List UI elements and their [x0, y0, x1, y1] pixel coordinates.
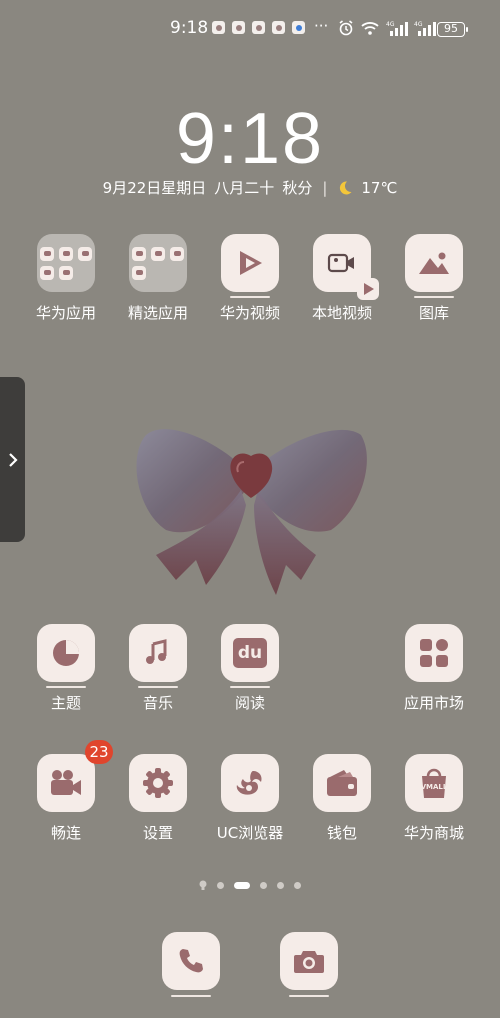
app-label: 华为商城: [403, 824, 464, 842]
app-label: 应用市场: [403, 694, 464, 712]
app-appgallery[interactable]: 应用市场: [389, 624, 479, 713]
recently-opened-indicator: [138, 686, 178, 688]
wallet-icon: [313, 754, 371, 812]
page-dot[interactable]: [277, 881, 284, 889]
music-icon: [129, 624, 187, 682]
dock-indicator: [171, 995, 211, 997]
settings-gear-icon: [129, 754, 187, 812]
moon-icon: [340, 180, 352, 194]
page-dot[interactable]: [217, 881, 224, 889]
page-indicator[interactable]: [0, 880, 500, 890]
app-local-video[interactable]: 本地视频: [297, 234, 387, 323]
folder-icon: [129, 234, 187, 292]
camera-icon: [280, 932, 338, 990]
app-huawei-video[interactable]: 华为视频: [205, 234, 295, 323]
lunar-date-text: 八月二十: [214, 179, 275, 197]
app-label: 精选应用: [127, 304, 188, 322]
page-dot-active[interactable]: [234, 881, 250, 889]
local-video-icon: [313, 234, 379, 300]
app-label: 本地视频: [311, 304, 372, 322]
app-themes[interactable]: 主题: [21, 624, 111, 713]
hint-lightbulb-icon: [199, 880, 207, 890]
meetime-icon: 23: [37, 740, 113, 812]
wifi-icon: [361, 22, 379, 35]
app-label: 畅连: [50, 824, 81, 842]
signal-4g-icon: 4G: [386, 21, 408, 36]
notification-app-icon: [292, 21, 305, 34]
app-label: 华为应用: [35, 304, 96, 322]
recently-opened-indicator: [230, 686, 270, 688]
bow-wallpaper-decoration: [136, 429, 367, 595]
reader-icon: du: [221, 624, 279, 682]
app-music[interactable]: 音乐: [113, 624, 203, 713]
app-label: 华为视频: [219, 304, 280, 322]
dock-indicator: [289, 995, 329, 997]
phone-icon: [162, 932, 220, 990]
date-weather-line[interactable]: 9月22日星期日 八月二十 秋分 | 17℃: [0, 177, 500, 198]
alarm-icon: [339, 20, 353, 36]
reader-icon-text: du: [237, 643, 263, 663]
app-uc-browser[interactable]: UC浏览器: [205, 754, 295, 843]
app-meetime[interactable]: 23 畅连: [21, 740, 113, 843]
vmall-shopping-bag-icon: VMALL: [405, 754, 463, 812]
page-dot[interactable]: [260, 881, 267, 889]
app-label: 图库: [418, 304, 449, 322]
app-vmall[interactable]: VMALL 华为商城: [389, 754, 479, 843]
temperature-text: 17℃: [361, 178, 398, 197]
huawei-video-icon: [221, 234, 279, 292]
app-label: 阅读: [234, 694, 265, 712]
app-reader[interactable]: du 阅读: [205, 624, 295, 713]
signal-4g-icon: 4G: [414, 21, 436, 36]
solar-term-text: 秋分: [282, 179, 313, 197]
notification-app-icon: [232, 21, 245, 34]
vmall-icon-text: VMALL: [420, 783, 448, 791]
more-notifications-icon: ···: [314, 17, 329, 35]
status-bar: 9:18 ··· 4G 4G 95: [0, 16, 500, 44]
dock-phone[interactable]: [162, 932, 220, 997]
app-label: 音乐: [142, 694, 173, 712]
uc-browser-squirrel-icon: [221, 754, 279, 812]
app-label: 主题: [50, 694, 81, 712]
app-wallet[interactable]: 钱包: [297, 754, 387, 843]
app-huawei-apps-folder[interactable]: 华为应用: [21, 234, 111, 323]
recently-opened-indicator: [46, 686, 86, 688]
chevron-right-icon: [8, 452, 18, 467]
notification-badge: 23: [85, 740, 113, 764]
app-label: 设置: [142, 824, 173, 842]
app-gallery[interactable]: 图库: [389, 234, 479, 323]
page-dot[interactable]: [294, 881, 301, 889]
app-label: UC浏览器: [216, 824, 284, 842]
app-featured-apps-folder[interactable]: 精选应用: [113, 234, 203, 323]
side-drawer-handle[interactable]: [0, 377, 25, 542]
notification-icons: [212, 21, 305, 34]
notification-app-icon: [252, 21, 265, 34]
recently-opened-indicator: [230, 296, 270, 298]
app-settings[interactable]: 设置: [113, 754, 203, 843]
app-label: 钱包: [326, 824, 357, 842]
themes-icon: [37, 624, 95, 682]
divider: |: [322, 178, 328, 197]
recently-opened-indicator: [414, 296, 454, 298]
date-text: 9月22日星期日: [102, 179, 207, 197]
clock-widget[interactable]: 9:18: [0, 98, 500, 180]
folder-icon: [37, 234, 95, 292]
dock-camera[interactable]: [280, 932, 338, 997]
notification-app-icon: [212, 21, 225, 34]
svg-text:4G: 4G: [386, 21, 395, 28]
appgallery-icon: [405, 624, 463, 682]
system-icons: 4G 4G: [338, 20, 436, 36]
battery-indicator: 95: [437, 22, 468, 37]
gallery-icon: [405, 234, 463, 292]
notification-app-icon: [272, 21, 285, 34]
status-time: 9:18: [170, 18, 209, 38]
svg-text:4G: 4G: [414, 21, 423, 28]
